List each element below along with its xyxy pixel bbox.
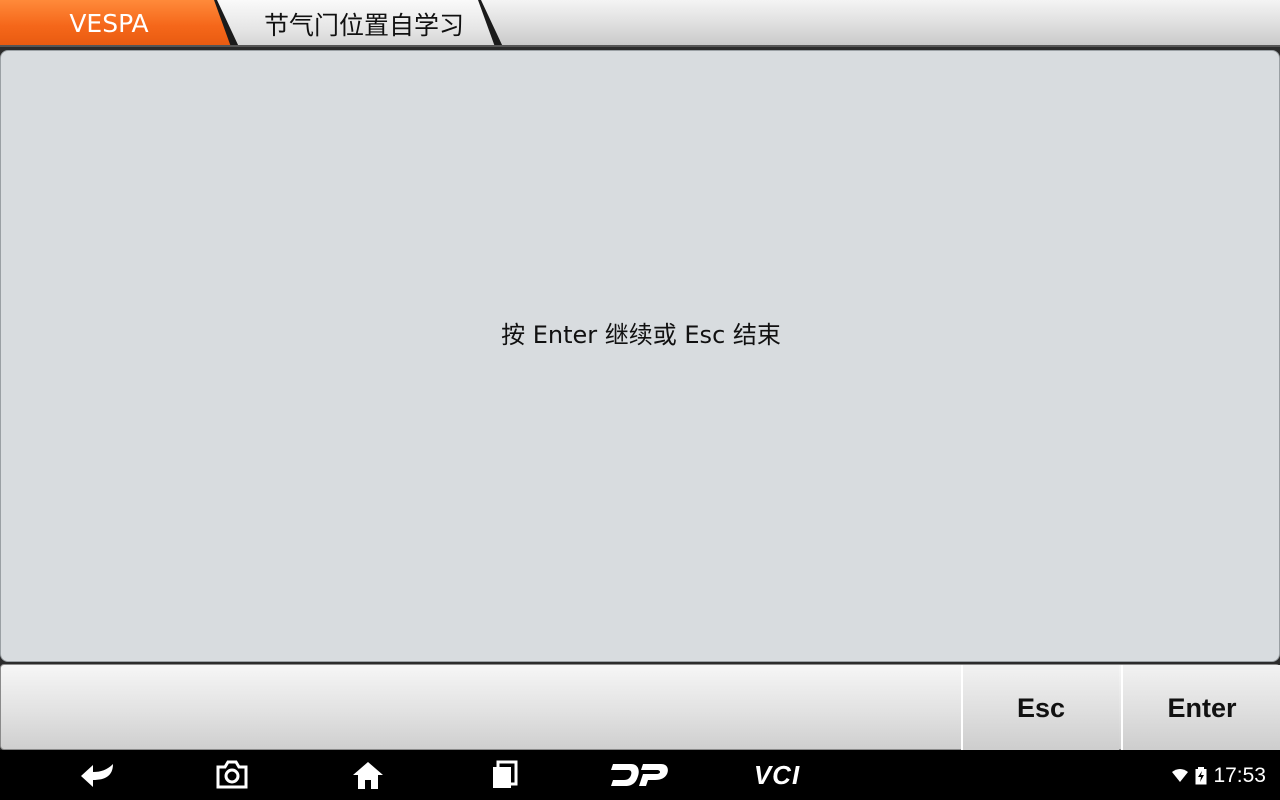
- vci-label: VCI: [753, 759, 801, 790]
- home-icon[interactable]: [350, 759, 386, 791]
- back-icon[interactable]: [78, 759, 118, 791]
- system-nav-bar: VCI 17:53: [0, 750, 1280, 800]
- battery-charging-icon: [1195, 767, 1207, 785]
- clock: 17:53: [1213, 764, 1266, 787]
- message-panel: 按 Enter 继续或 Esc 结束: [0, 50, 1280, 662]
- dp-logo-icon[interactable]: [610, 759, 670, 791]
- esc-button[interactable]: Esc: [961, 665, 1119, 751]
- action-bar: Esc Enter: [0, 664, 1280, 751]
- enter-button[interactable]: Enter: [1121, 665, 1280, 751]
- instruction-message: 按 Enter 继续或 Esc 结束: [501, 321, 781, 349]
- breadcrumb-separator-icon: [214, 0, 239, 45]
- breadcrumb-page-title[interactable]: 节气门位置自学习: [216, 0, 502, 45]
- recent-apps-icon[interactable]: [488, 759, 522, 791]
- breadcrumb-brand[interactable]: VESPA: [0, 0, 236, 45]
- camera-icon[interactable]: [214, 759, 250, 791]
- header-breadcrumb: VESPA 节气门位置自学习: [0, 0, 1280, 47]
- status-area: 17:53: [1171, 763, 1266, 789]
- wifi-icon: [1172, 769, 1189, 782]
- breadcrumb-separator-icon: [478, 0, 503, 45]
- vci-icon[interactable]: VCI: [744, 759, 810, 791]
